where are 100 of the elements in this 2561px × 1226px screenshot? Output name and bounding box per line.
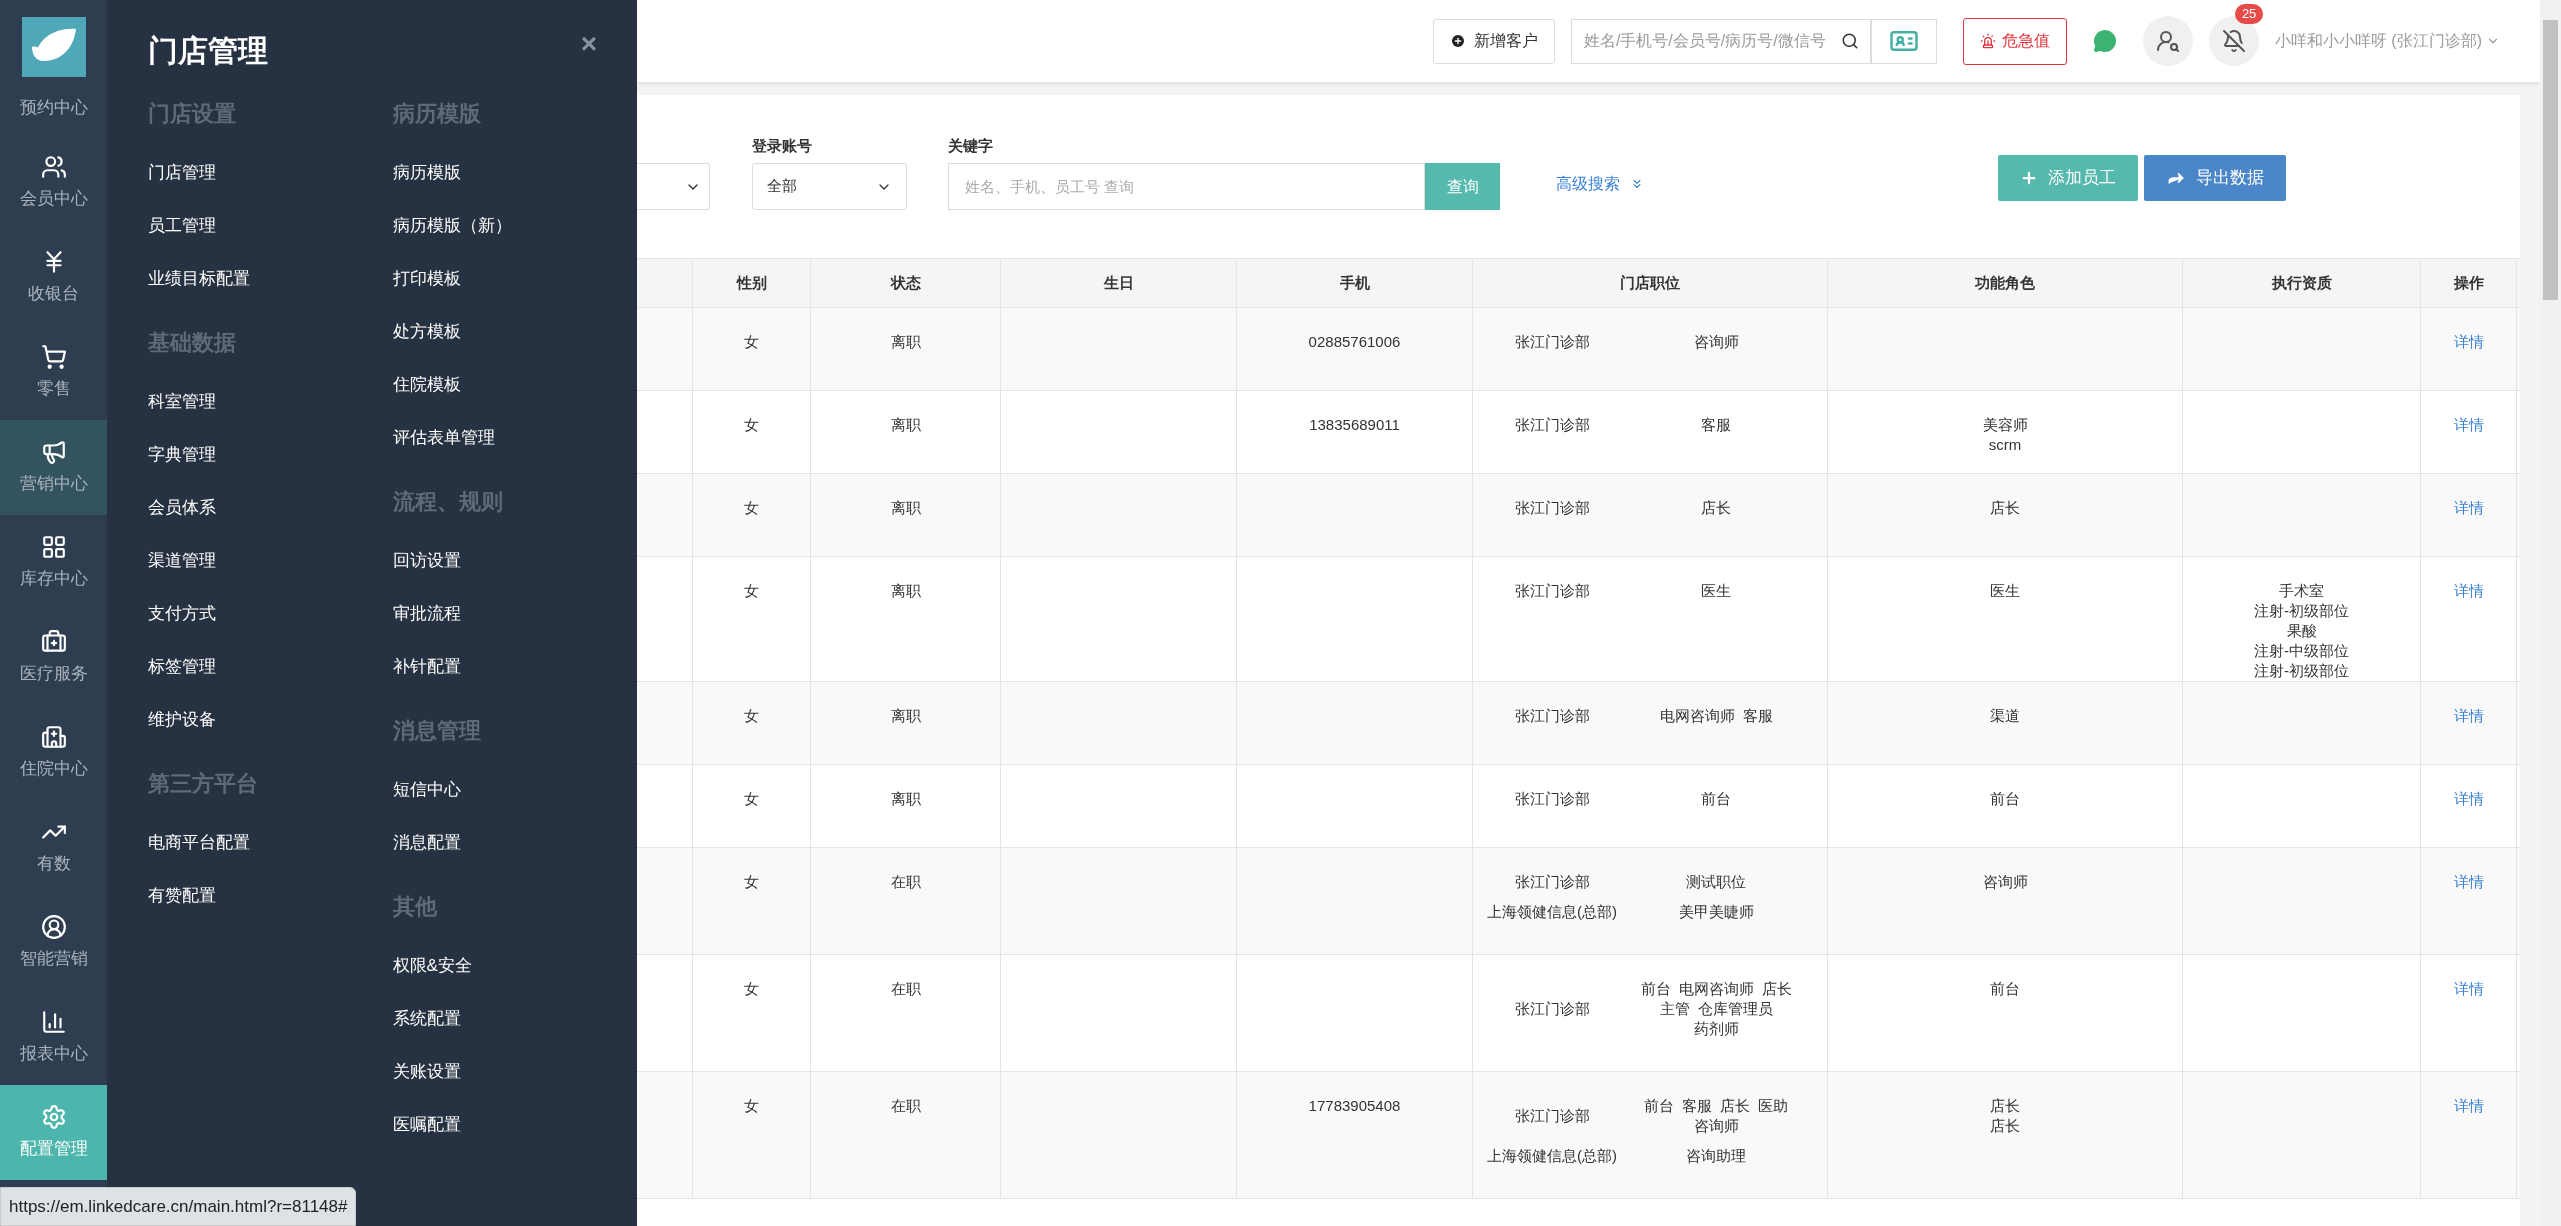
menu-link[interactable]: 电商平台配置 [148, 829, 250, 855]
menu-link[interactable]: 标签管理 [148, 653, 216, 679]
menu-link[interactable]: 权限&安全 [392, 952, 472, 978]
menu-link[interactable]: 评估表单管理 [392, 424, 495, 450]
role-name: 医生 [1990, 581, 2020, 601]
sidebar-item[interactable]: 住院中心 [0, 705, 107, 800]
menu-link[interactable]: 补针配置 [392, 653, 461, 679]
menu-link[interactable]: 关账设置 [392, 1058, 461, 1084]
sidebar-item[interactable]: 收银台 [0, 230, 107, 325]
store-name: 张江门诊部 [1513, 999, 1591, 1019]
menu-link[interactable]: 处方模板 [392, 318, 461, 344]
details-link[interactable]: 详情 [2453, 790, 2484, 807]
menu-section-heading: 门店设置 [148, 100, 236, 128]
menu-link[interactable]: 短信中心 [392, 776, 461, 802]
menu-link[interactable]: 消息配置 [392, 829, 461, 855]
search-field[interactable]: 姓名/手机号/会员号/病历号/微信号 [1570, 18, 1871, 64]
menu-link[interactable]: 业绩目标配置 [148, 265, 250, 291]
hospital-icon [40, 723, 67, 750]
position-name: 药剂师 [1693, 1019, 1739, 1039]
menu-link[interactable]: 病历模版 [392, 159, 461, 185]
menu-link[interactable]: 审批流程 [392, 600, 461, 626]
qualification-name: 注射-初级部位 [2254, 661, 2349, 681]
menu-link[interactable]: 回访设置 [392, 547, 461, 573]
advanced-search-link[interactable]: 高级搜索 [1556, 172, 1644, 196]
menu-link[interactable]: 有赞配置 [148, 882, 216, 908]
table-cell: 女 [693, 955, 811, 1071]
store-name: 上海领健信息(总部) [1486, 902, 1618, 922]
close-button[interactable]: × [580, 30, 597, 58]
position-name: 咨询师 [1693, 1116, 1739, 1136]
role-name: 店长 [1990, 1096, 2020, 1116]
menu-link[interactable]: 医嘱配置 [392, 1111, 461, 1137]
menu-section-heading: 基础数据 [148, 329, 236, 357]
notification-badge: 25 [2234, 4, 2264, 24]
account-select[interactable]: 全部 [752, 163, 907, 210]
details-link[interactable]: 详情 [2453, 707, 2484, 724]
menu-link[interactable]: 员工管理 [148, 212, 216, 238]
position-name: 店长 [1761, 979, 1792, 999]
position-name: 测试职位 [1686, 872, 1746, 892]
table-cell: 在职 [811, 1072, 1001, 1198]
menu-link[interactable]: 科室管理 [148, 388, 216, 414]
user-circle-icon [40, 913, 67, 940]
table-cell: 女 [693, 682, 811, 764]
keyword-field[interactable]: 姓名、手机、员工号 查询 [948, 163, 1425, 210]
position-name: 客服 [1682, 1096, 1712, 1116]
header-cell: 状态 [811, 259, 1001, 307]
sidebar-item[interactable]: 医疗服务 [0, 610, 107, 705]
details-link[interactable]: 详情 [2453, 499, 2484, 516]
action-button[interactable]: 导出数据 [2144, 154, 2286, 201]
qualification-name: 注射-初级部位 [2254, 601, 2349, 621]
position-name: 医生 [1701, 581, 1731, 601]
role-name: 咨询师 [1982, 872, 2028, 892]
team-button[interactable] [2142, 16, 2193, 66]
details-link[interactable]: 详情 [2453, 1097, 2484, 1114]
menu-link[interactable]: 打印模板 [392, 265, 461, 291]
position-name: 咨询师 [1693, 332, 1739, 352]
id-card-button[interactable] [1870, 18, 1937, 64]
sidebar-item[interactable]: 智能营销 [0, 895, 107, 990]
table-cell: 女 [693, 557, 811, 681]
chat-icon[interactable] [2092, 29, 2117, 53]
details-link[interactable]: 详情 [2453, 333, 2484, 350]
store-name: 张江门诊部 [1513, 498, 1591, 518]
sidebar-item[interactable]: 库存中心 [0, 515, 107, 610]
sidebar-item[interactable]: 营销中心 [0, 420, 107, 515]
position-name: 电网咨询师 [1659, 706, 1735, 726]
alert-button[interactable]: 危急值 [1962, 17, 2067, 65]
role-name: 美容师 [1982, 415, 2028, 435]
menu-link[interactable]: 维护设备 [148, 706, 216, 732]
menu-link[interactable]: 住院模板 [392, 371, 461, 397]
menu-section-heading: 流程、规则 [392, 488, 503, 516]
table-cell: 女 [693, 391, 811, 473]
sidebar-item[interactable]: 预约中心 [0, 95, 107, 135]
plus-circle-icon [1449, 33, 1466, 49]
details-link[interactable]: 详情 [2453, 980, 2484, 997]
menu-link[interactable]: 门店管理 [148, 159, 216, 185]
details-link[interactable]: 详情 [2453, 582, 2484, 599]
menu-link[interactable]: 会员体系 [148, 494, 216, 520]
sidebar-item[interactable]: 报表中心 [0, 990, 107, 1085]
sidebar-item[interactable]: 会员中心 [0, 135, 107, 230]
table-cell: 13835689011 [1309, 416, 1400, 433]
menu-section-heading: 第三方平台 [148, 770, 258, 798]
select-field[interactable] [637, 163, 710, 210]
position-name: 医助 [1758, 1096, 1788, 1116]
position-name: 咨询助理 [1686, 1146, 1746, 1166]
menu-link[interactable]: 系统配置 [392, 1005, 461, 1031]
menu-link[interactable]: 支付方式 [148, 600, 216, 626]
menu-link[interactable]: 渠道管理 [148, 547, 216, 573]
details-link[interactable]: 详情 [2453, 873, 2484, 890]
position-name: 前台 [1644, 1096, 1674, 1116]
menu-section-heading: 其他 [392, 893, 437, 921]
qualification-name: 注射-中级部位 [2254, 641, 2349, 661]
menu-link[interactable]: 病历模版（新） [392, 212, 512, 238]
menu-link[interactable]: 字典管理 [148, 441, 216, 467]
details-link[interactable]: 详情 [2453, 416, 2484, 433]
table-cell: 离职 [811, 391, 1001, 473]
sidebar-item[interactable]: 零售 [0, 325, 107, 420]
role-name: scrm [1988, 435, 2022, 455]
bar-chart-icon [40, 1008, 67, 1035]
new-customer-button[interactable]: 新增客户 [1432, 18, 1555, 64]
header-cell: 性别 [693, 259, 811, 307]
sidebar-item[interactable]: 有数 [0, 800, 107, 895]
